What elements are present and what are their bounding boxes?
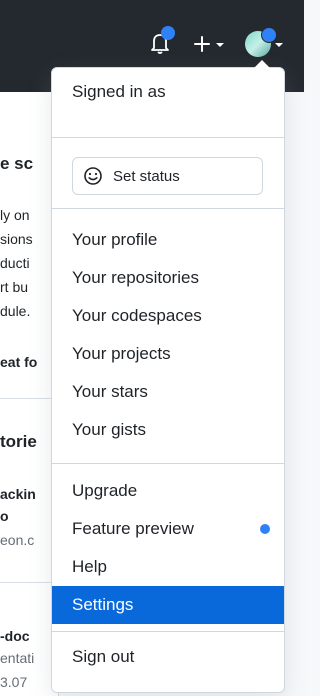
menu-divider bbox=[52, 463, 284, 464]
background-repo-name: ackin bbox=[0, 486, 36, 502]
background-section-title: torie bbox=[0, 432, 37, 451]
background-repo-meta: eon.c bbox=[0, 532, 35, 548]
caret-down-icon[interactable] bbox=[274, 40, 284, 50]
menu-divider bbox=[52, 137, 284, 138]
background-line: ly on bbox=[0, 207, 30, 223]
background-repo-meta: entati bbox=[0, 650, 35, 666]
background-heading: e sc bbox=[0, 154, 34, 173]
menu-item-sign-out[interactable]: Sign out bbox=[52, 638, 284, 676]
background-repo-meta: 3.07 bbox=[0, 674, 28, 690]
menu-item-feature-preview[interactable]: Feature preview bbox=[52, 510, 284, 548]
menu-item-your-repositories[interactable]: Your repositories bbox=[52, 259, 284, 297]
set-status-button[interactable]: Set status bbox=[72, 157, 263, 195]
menu-item-feature-preview-label: Feature preview bbox=[72, 519, 194, 538]
signed-in-label: Signed in as bbox=[72, 82, 166, 101]
background-divider bbox=[0, 582, 58, 583]
menu-item-your-profile[interactable]: Your profile bbox=[52, 221, 284, 259]
smiley-icon bbox=[84, 167, 102, 185]
background-link: eat fo bbox=[0, 354, 38, 370]
menu-item-upgrade[interactable]: Upgrade bbox=[52, 472, 284, 510]
menu-item-your-gists[interactable]: Your gists bbox=[52, 411, 284, 449]
background-repo-name: o bbox=[0, 508, 9, 524]
menu-item-your-stars[interactable]: Your stars bbox=[52, 373, 284, 411]
menu-divider bbox=[52, 208, 284, 209]
menu-pointer bbox=[254, 60, 270, 68]
user-dropdown-menu: Signed in as Set status Your profile You… bbox=[51, 60, 285, 693]
menu-item-settings[interactable]: Settings bbox=[52, 586, 284, 624]
background-line: ducti bbox=[0, 255, 30, 271]
notification-dot bbox=[161, 26, 175, 40]
background-line: rt bu bbox=[0, 279, 29, 295]
menu-item-your-projects[interactable]: Your projects bbox=[52, 335, 284, 373]
menu-item-your-codespaces[interactable]: Your codespaces bbox=[52, 297, 284, 335]
menu-divider bbox=[52, 631, 284, 632]
create-new-icon[interactable] bbox=[191, 30, 231, 58]
background-divider bbox=[0, 398, 58, 399]
new-feature-dot bbox=[260, 524, 270, 534]
set-status-label: Set status bbox=[113, 167, 180, 185]
menu-item-help[interactable]: Help bbox=[52, 548, 284, 586]
background-line: sions bbox=[0, 231, 33, 247]
background-line: dule. bbox=[0, 303, 31, 319]
background-repo-name: -doc bbox=[0, 628, 30, 644]
